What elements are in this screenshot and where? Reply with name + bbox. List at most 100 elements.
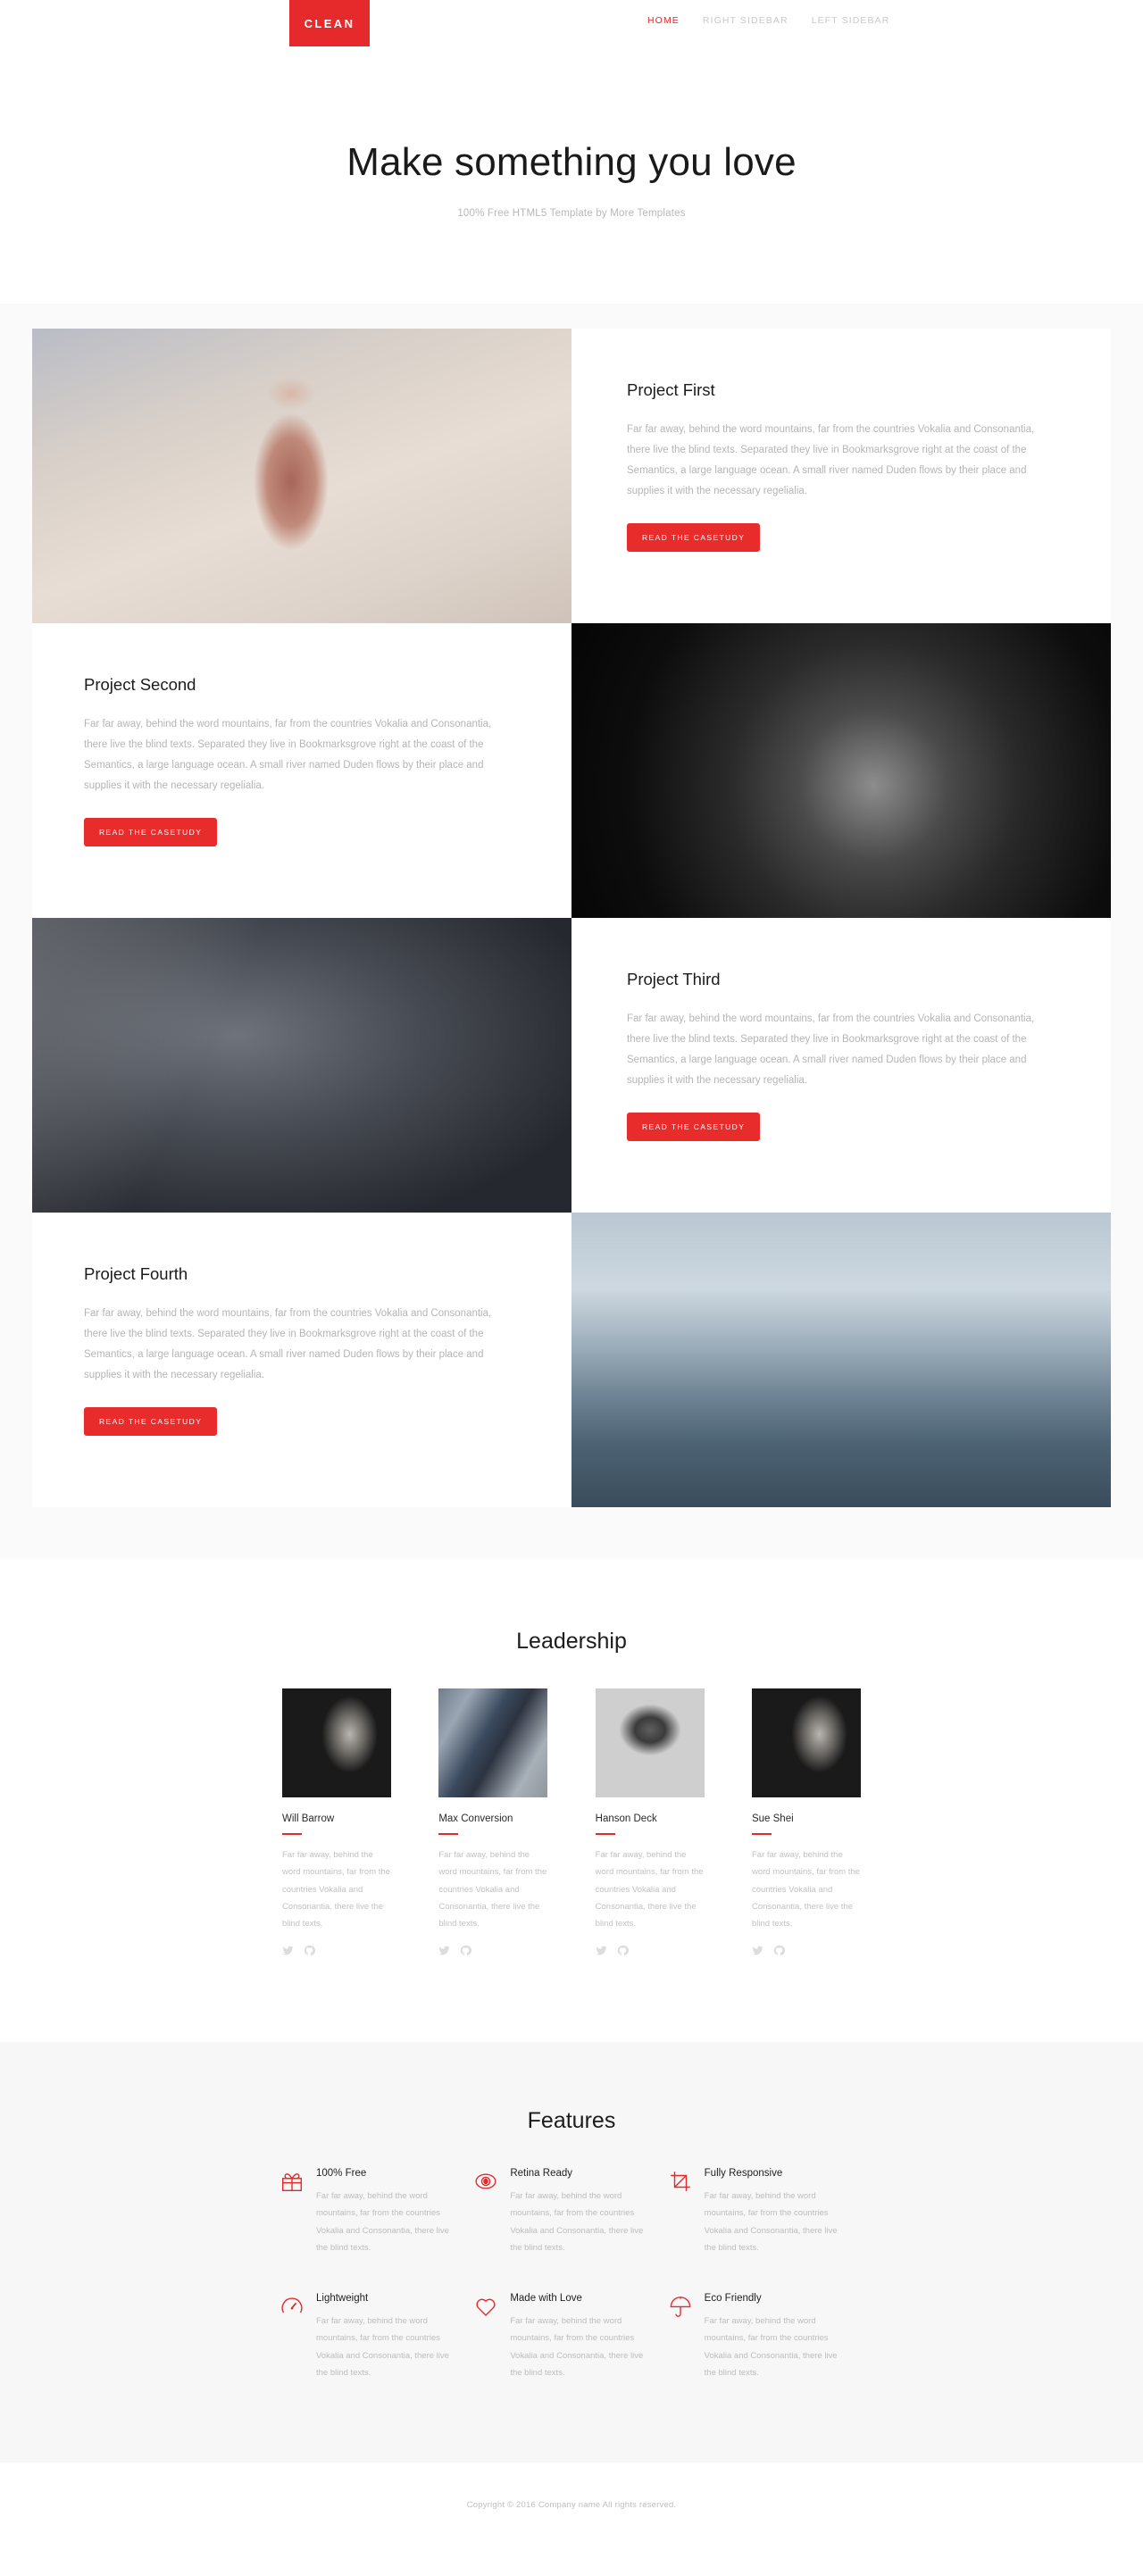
twitter-icon[interactable] — [282, 1945, 294, 1956]
project-image-cell — [32, 917, 572, 1213]
features-title: Features — [527, 2107, 616, 2133]
project-row: Project Third Far far away, behind the w… — [32, 917, 1111, 1213]
project-image-cell — [32, 328, 572, 623]
copyright-text: Copyright © 2016 Company name All rights… — [466, 2499, 677, 2510]
team-member-name: Sue Shei — [751, 1813, 794, 1824]
github-icon[interactable] — [304, 1945, 315, 1956]
feature-description: Far far away, behind the word mountains,… — [510, 2190, 644, 2254]
project-description: Far far away, behind the word mountains,… — [84, 1307, 492, 1380]
feature-description: Far far away, behind the word mountains,… — [704, 2190, 838, 2254]
feature-title: Lightweight — [316, 2292, 369, 2304]
feature-item: Eco Friendly Far far away, behind the wo… — [669, 2293, 863, 2382]
feature-title: Eco Friendly — [704, 2292, 762, 2304]
read-casestudy-button[interactable]: READ THE CASETUDY — [84, 1406, 218, 1436]
project-text-cell: Project Second Far far away, behind the … — [32, 622, 572, 918]
social-links — [752, 1945, 861, 1956]
project-image-cell — [572, 622, 1111, 918]
avatar — [282, 1688, 391, 1797]
hero-subtitle: 100% Free HTML5 Template by More Templat… — [457, 207, 686, 219]
lake-photo — [572, 1212, 1111, 1507]
site-header: CLEAN HOME RIGHT SIDEBAR LEFT SIDEBAR — [0, 0, 1143, 46]
project-image-cell — [572, 1212, 1111, 1507]
leadership-section: Leadership Will Barrow Far far away, beh… — [0, 1558, 1143, 2042]
project-title: Project Third — [627, 969, 721, 988]
team-grid: Will Barrow Far far away, behind the wor… — [282, 1688, 861, 1956]
team-member-bio: Far far away, behind the word mountains,… — [595, 1849, 704, 1930]
site-footer: Copyright © 2016 Company name All rights… — [0, 2462, 1143, 2562]
eye-icon — [474, 2170, 497, 2193]
heart-icon — [474, 2295, 497, 2318]
team-member-bio: Far far away, behind the word mountains,… — [751, 1849, 860, 1930]
feature-title: Retina Ready — [510, 2167, 573, 2179]
features-section: Features 100% Free Far far away, behind … — [0, 2041, 1143, 2463]
gift-icon — [280, 2170, 304, 2193]
project-description: Far far away, behind the word mountains,… — [84, 718, 492, 791]
crop-icon — [669, 2170, 692, 2193]
social-links — [282, 1945, 391, 1956]
brand-logo[interactable]: CLEAN — [289, 0, 370, 46]
accent-rule — [751, 1832, 772, 1835]
team-member-card: Will Barrow Far far away, behind the wor… — [282, 1688, 391, 1956]
project-text-cell: Project First Far far away, behind the w… — [572, 328, 1111, 623]
team-member-bio: Far far away, behind the word mountains,… — [438, 1849, 547, 1930]
project-row: Project Second Far far away, behind the … — [32, 622, 1111, 918]
features-grid: 100% Free Far far away, behind the word … — [280, 2168, 863, 2382]
feature-description: Far far away, behind the word mountains,… — [316, 2315, 449, 2379]
camera-photo — [572, 622, 1111, 918]
project-row: Project First Far far away, behind the w… — [32, 328, 1111, 623]
tools-photo — [32, 917, 572, 1213]
feature-item: Made with Love Far far away, behind the … — [474, 2293, 668, 2382]
hero-section: Make something you love 100% Free HTML5 … — [0, 46, 1143, 304]
coffee-photo — [32, 328, 572, 623]
team-member-name: Will Barrow — [282, 1813, 335, 1824]
avatar — [751, 1688, 861, 1797]
project-description: Far far away, behind the word mountains,… — [627, 423, 1035, 496]
accent-rule — [282, 1832, 302, 1835]
project-description: Far far away, behind the word mountains,… — [627, 1013, 1035, 1086]
team-member-name: Hanson Deck — [595, 1813, 657, 1824]
project-title: Project Fourth — [84, 1263, 188, 1283]
team-member-name: Max Conversion — [438, 1813, 513, 1824]
team-member-card: Sue Shei Far far away, behind the word m… — [751, 1688, 861, 1956]
team-member-card: Hanson Deck Far far away, behind the wor… — [595, 1688, 705, 1956]
accent-rule — [595, 1832, 615, 1835]
feature-item: Fully Responsive Far far away, behind th… — [669, 2168, 863, 2257]
feature-description: Far far away, behind the word mountains,… — [510, 2315, 644, 2379]
project-title: Project Second — [84, 674, 196, 694]
projects-grid: Project First Far far away, behind the w… — [32, 328, 1111, 1507]
twitter-icon[interactable] — [752, 1945, 763, 1956]
feature-description: Far far away, behind the word mountains,… — [316, 2190, 449, 2254]
feature-title: Fully Responsive — [704, 2167, 783, 2179]
project-text-cell: Project Fourth Far far away, behind the … — [32, 1212, 572, 1507]
twitter-icon[interactable] — [438, 1945, 450, 1956]
avatar — [595, 1688, 705, 1797]
feature-item: Lightweight Far far away, behind the wor… — [280, 2293, 474, 2382]
nav-item-home[interactable]: HOME — [647, 15, 680, 26]
team-member-bio: Far far away, behind the word mountains,… — [282, 1849, 390, 1930]
feature-item: 100% Free Far far away, behind the word … — [280, 2168, 474, 2257]
speedometer-icon — [280, 2295, 304, 2318]
leadership-title: Leadership — [516, 1628, 627, 1654]
github-icon[interactable] — [617, 1945, 629, 1956]
feature-description: Far far away, behind the word mountains,… — [704, 2315, 838, 2379]
social-links — [438, 1945, 547, 1956]
nav-item-right-sidebar[interactable]: RIGHT SIDEBAR — [703, 15, 788, 26]
feature-item: Retina Ready Far far away, behind the wo… — [474, 2168, 668, 2257]
umbrella-icon — [669, 2295, 692, 2318]
project-title: Project First — [627, 379, 715, 399]
github-icon[interactable] — [773, 1945, 785, 1956]
nav-item-left-sidebar[interactable]: LEFT SIDEBAR — [812, 15, 890, 26]
read-casestudy-button[interactable]: READ THE CASETUDY — [627, 1112, 761, 1141]
twitter-icon[interactable] — [596, 1945, 607, 1956]
avatar — [438, 1688, 548, 1797]
accent-rule — [438, 1832, 459, 1835]
read-casestudy-button[interactable]: READ THE CASETUDY — [627, 522, 761, 552]
team-member-card: Max Conversion Far far away, behind the … — [438, 1688, 548, 1956]
social-links — [596, 1945, 705, 1956]
hero-title: Make something you love — [346, 140, 797, 184]
read-casestudy-button[interactable]: READ THE CASETUDY — [84, 817, 218, 846]
feature-title: Made with Love — [510, 2292, 582, 2304]
github-icon[interactable] — [460, 1945, 472, 1956]
projects-section: Project First Far far away, behind the w… — [0, 303, 1143, 1559]
project-row: Project Fourth Far far away, behind the … — [32, 1212, 1111, 1507]
